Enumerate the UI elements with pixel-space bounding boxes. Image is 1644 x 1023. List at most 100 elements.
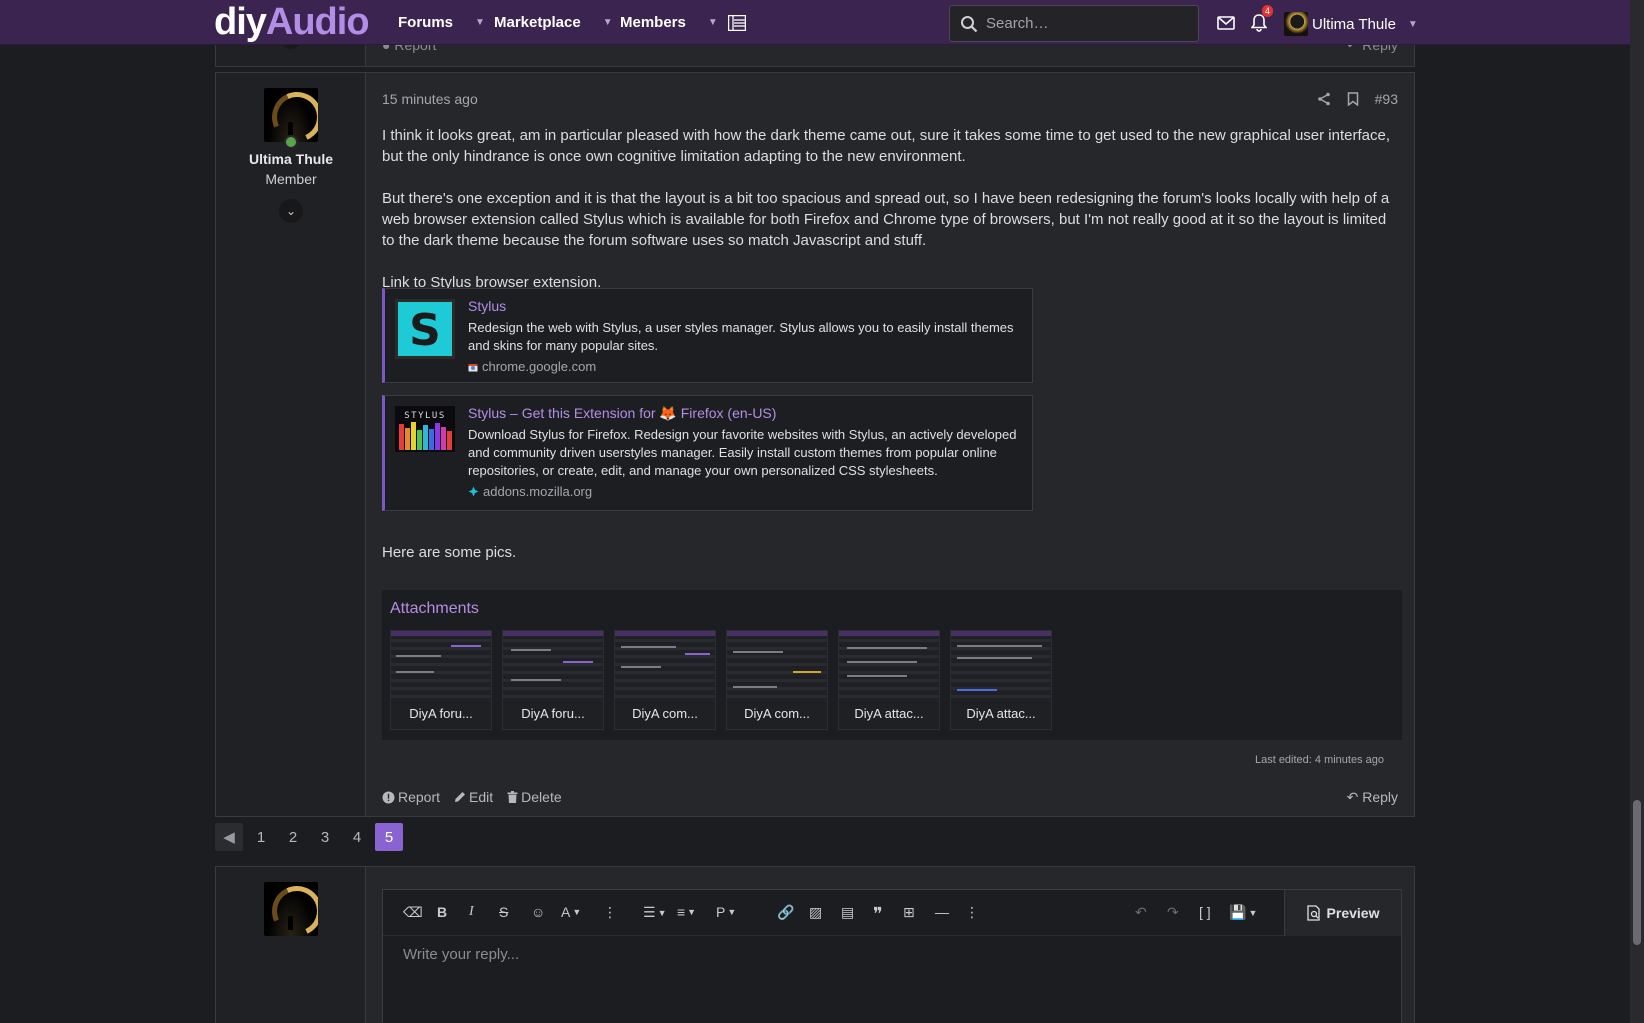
attachment-label: DiyA com... xyxy=(615,699,715,729)
attachment-thumbnail[interactable]: DiyA attac... xyxy=(950,630,1052,730)
report-icon xyxy=(382,791,395,804)
chevron-down-icon[interactable]: ⌄ xyxy=(279,199,303,223)
avatar[interactable] xyxy=(264,88,318,142)
nav-forums[interactable]: Forums ▼ xyxy=(398,14,485,31)
pencil-icon xyxy=(454,791,466,803)
italic-icon[interactable]: I xyxy=(469,904,474,920)
svg-text:S: S xyxy=(409,305,441,356)
online-status-icon xyxy=(284,135,298,149)
attachment-label: DiyA attac... xyxy=(839,699,939,729)
link-preview-stylus-firefox[interactable]: STYLUS Stylus – Get this Extension for 🦊… xyxy=(382,395,1033,511)
preview-button[interactable]: Preview xyxy=(1284,890,1401,936)
previous-page-button[interactable]: ◀ xyxy=(215,823,243,851)
list-icon[interactable]: ☰ ▼ xyxy=(643,904,666,921)
quote-icon[interactable]: ❞ xyxy=(873,904,883,925)
page-link-1[interactable]: 1 xyxy=(247,823,275,851)
post-sidebar xyxy=(216,867,366,1023)
svg-text:STYLUS: STYLUS xyxy=(404,411,446,421)
smiley-icon[interactable]: ☺ xyxy=(531,904,545,920)
attachment-image xyxy=(839,631,939,701)
post-sidebar: Ultima Thule Member ⌄ xyxy=(216,73,366,816)
scrollbar-thumb[interactable] xyxy=(1633,800,1641,945)
page-link-4[interactable]: 4 xyxy=(343,823,371,851)
attachment-label: DiyA foru... xyxy=(503,699,603,729)
post-number[interactable]: #93 xyxy=(1375,91,1398,107)
bookmark-icon[interactable] xyxy=(1347,92,1359,106)
attachment-thumbnail[interactable]: DiyA foru... xyxy=(390,630,492,730)
post-paragraph: I think it looks great, am in particular… xyxy=(382,127,1391,165)
preview-icon xyxy=(1306,905,1321,921)
whats-new-icon[interactable] xyxy=(726,12,748,34)
table-icon[interactable]: ⊞ xyxy=(903,904,915,921)
redo-icon[interactable]: ↷ xyxy=(1167,904,1179,921)
link-preview-description: Download Stylus for Firefox. Redesign yo… xyxy=(468,427,1017,478)
bold-icon[interactable]: B xyxy=(437,904,447,920)
media-icon[interactable]: ▤ xyxy=(841,904,854,921)
page-scrollbar[interactable] xyxy=(1630,0,1644,1023)
chrome-webstore-icon xyxy=(468,362,478,372)
attachment-thumbnail[interactable]: DiyA com... xyxy=(614,630,716,730)
post-timestamp[interactable]: 15 minutes ago xyxy=(382,91,478,107)
link-preview-description: Redesign the web with Stylus, a user sty… xyxy=(468,320,1014,353)
alert-count-badge: 4 xyxy=(1262,5,1274,17)
avatar xyxy=(1284,12,1308,36)
mozilla-addons-icon xyxy=(468,486,479,497)
attachment-thumbnail[interactable]: DiyA com... xyxy=(726,630,828,730)
edit-button[interactable]: Edit xyxy=(454,789,493,805)
mail-icon[interactable] xyxy=(1215,12,1237,34)
eraser-icon[interactable]: ⌫ xyxy=(403,904,423,921)
pagination: ◀ 1 2 3 4 5 xyxy=(215,823,403,851)
image-icon[interactable]: ▨ xyxy=(809,904,822,921)
report-label: Report xyxy=(398,789,441,805)
delete-button[interactable]: Delete xyxy=(507,789,562,805)
nav-marketplace[interactable]: Marketplace ▼ xyxy=(494,14,613,31)
attachment-thumbnail[interactable]: DiyA attac... xyxy=(838,630,940,730)
align-icon[interactable]: ≡ ▼ xyxy=(677,904,696,920)
top-navigation-bar: diyAudio Forums ▼ Marketplace ▼ Members … xyxy=(0,0,1630,45)
attachments-title: Attachments xyxy=(390,600,479,617)
chevron-down-icon[interactable]: ▼ xyxy=(475,17,485,28)
search-box[interactable] xyxy=(949,5,1199,42)
horizontal-line-icon[interactable]: — xyxy=(935,904,949,920)
more-options-icon[interactable]: ⋮ xyxy=(603,904,617,921)
link-preview-stylus-chrome[interactable]: S Stylus Redesign the web with Stylus, a… xyxy=(382,288,1033,383)
nav-members[interactable]: Members ▼ xyxy=(620,14,718,31)
attachment-thumbnail[interactable]: DiyA foru... xyxy=(502,630,604,730)
reply-editor: ⌫ B I S ☺ A ▼ ⋮ ☰ ▼ ≡ ▼ P ▼ 🔗 ▨ ▤ ❞ ⊞ — ⋮ ↶ … xyxy=(382,889,1402,1023)
attachment-image xyxy=(727,631,827,701)
strikethrough-icon[interactable]: S xyxy=(499,904,508,920)
page-link-5-current[interactable]: 5 xyxy=(375,823,403,851)
nav-marketplace-label: Marketplace xyxy=(494,14,581,31)
chevron-down-icon[interactable]: ▼ xyxy=(603,17,613,28)
page-link-3[interactable]: 3 xyxy=(311,823,339,851)
save-draft-icon[interactable]: 💾 ▼ xyxy=(1229,904,1257,921)
share-icon[interactable] xyxy=(1317,92,1331,106)
chevron-down-icon[interactable]: ▼ xyxy=(708,17,718,28)
post-93: Ultima Thule Member ⌄ 15 minutes ago #93… xyxy=(215,72,1415,817)
avatar xyxy=(264,882,318,936)
bbcode-toggle-icon[interactable]: [ ] xyxy=(1199,904,1211,920)
attachments-block: Attachments DiyA foru... DiyA foru... Di… xyxy=(382,590,1402,740)
site-logo[interactable]: diyAudio xyxy=(214,1,370,43)
paragraph-icon[interactable]: P ▼ xyxy=(716,904,736,920)
report-button[interactable]: Report xyxy=(382,789,440,805)
reply-textarea[interactable] xyxy=(403,946,1373,1023)
undo-icon[interactable]: ↶ xyxy=(1135,904,1147,921)
edit-label: Edit xyxy=(469,789,494,805)
quick-reply: ⌫ B I S ☺ A ▼ ⋮ ☰ ▼ ≡ ▼ P ▼ 🔗 ▨ ▤ ❞ ⊞ — ⋮ ↶ … xyxy=(215,866,1415,1023)
user-menu[interactable]: Ultima Thule ▼ xyxy=(1284,12,1418,36)
link-icon[interactable]: 🔗 xyxy=(777,904,794,921)
attachment-image xyxy=(615,631,715,701)
search-input[interactable] xyxy=(986,15,1186,32)
page-link-2[interactable]: 2 xyxy=(279,823,307,851)
text-size-icon[interactable]: A ▼ xyxy=(561,904,581,920)
more-options-icon[interactable]: ⋮ xyxy=(965,904,979,921)
post-author-name[interactable]: Ultima Thule xyxy=(216,151,366,167)
trash-icon xyxy=(507,791,518,803)
user-menu-name: Ultima Thule xyxy=(1312,15,1396,33)
reply-button[interactable]: ↶ Reply xyxy=(1347,789,1398,806)
link-preview-title[interactable]: Stylus xyxy=(468,298,506,314)
link-preview-domain: addons.mozilla.org xyxy=(468,484,592,499)
reply-label: Reply xyxy=(1362,789,1398,805)
link-preview-title[interactable]: Stylus – Get this Extension for 🦊 Firefo… xyxy=(468,405,776,422)
